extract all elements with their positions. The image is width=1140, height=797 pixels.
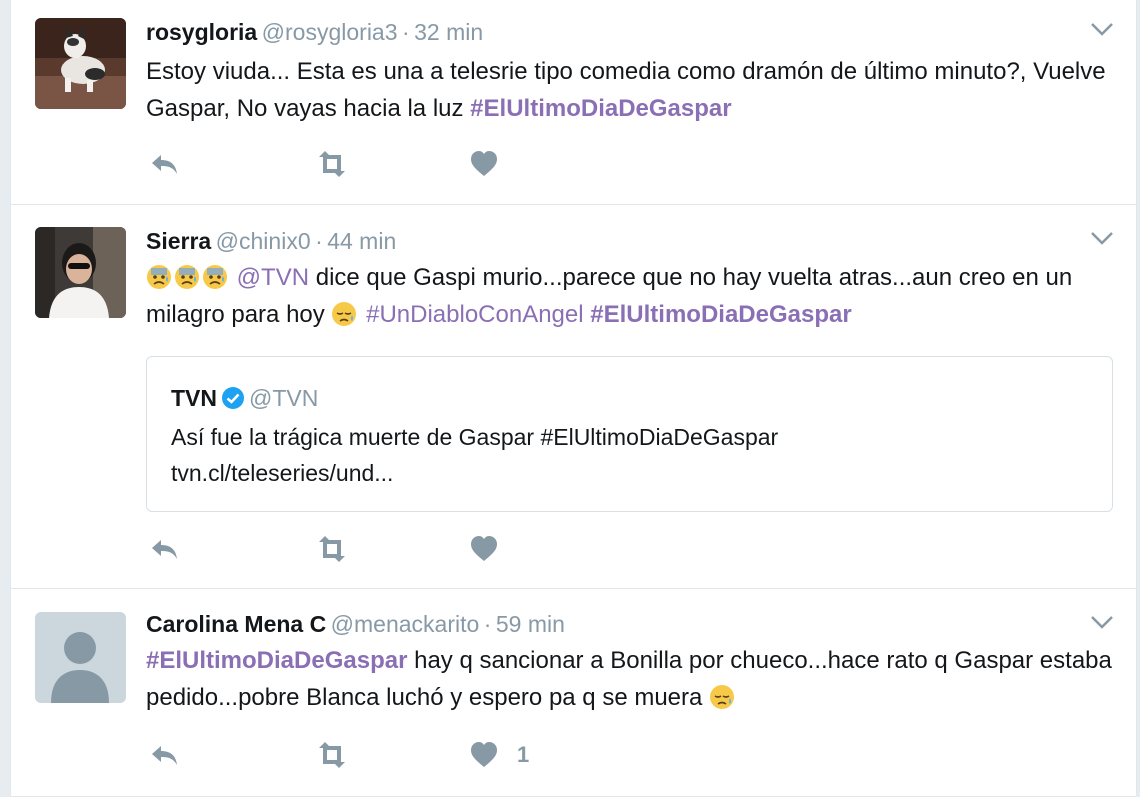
tweet-header: rosygloria @rosygloria3 · 32 min [146,17,1116,47]
separator-dot: · [483,611,492,637]
verified-badge-icon [222,387,244,409]
tweet-text: @TVN dice que Gaspi murio...parece que n… [146,259,1116,333]
hashtag-link[interactable]: #UnDiabloConAngel [366,301,583,328]
retweet-icon[interactable] [313,149,351,179]
hashtag-link[interactable]: #ElUltimoDiaDeGaspar [470,95,731,122]
timeline-feed: rosygloria @rosygloria3 · 32 min Estoy v… [10,0,1137,797]
tweet-1[interactable]: rosygloria @rosygloria3 · 32 min Estoy v… [11,0,1136,205]
timestamp[interactable]: 59 min [496,611,565,637]
anxious-face-emoji [147,265,171,289]
anxious-face-emoji [203,265,227,289]
timestamp[interactable]: 32 min [414,19,483,45]
sad-relieved-face-emoji [332,302,357,326]
retweet-icon[interactable] [313,534,351,564]
chevron-down-icon[interactable] [1090,229,1114,247]
tweet-actions: 1 [149,740,669,770]
separator-dot: · [315,228,323,254]
avatar[interactable] [35,227,126,318]
quoted-text-line: Así fue la trágica muerte de Gaspar #ElU… [171,424,779,450]
like-count: 1 [517,742,530,767]
hashtag-link[interactable]: #ElUltimoDiaDeGaspar [146,647,407,674]
author-name[interactable]: Carolina Mena C [146,611,326,637]
sad-relieved-face-emoji [710,685,735,709]
mention-link[interactable]: @TVN [237,264,309,291]
quoted-tweet-header: TVN @TVN [171,383,318,413]
heart-icon[interactable] [469,149,499,179]
chevron-down-icon[interactable] [1090,20,1114,38]
author-handle[interactable]: @menackarito [331,611,480,637]
author-name[interactable]: rosygloria [146,19,257,45]
avatar[interactable] [35,612,126,703]
reply-icon[interactable] [149,740,181,770]
quoted-tweet-text: Así fue la trágica muerte de Gaspar #ElU… [171,419,1092,491]
reply-icon[interactable] [149,149,181,179]
author-handle[interactable]: @chinix0 [216,228,311,254]
quoted-link[interactable]: tvn.cl/teleseries/und... [171,455,1092,491]
tweet-header: Sierra @chinix0 · 44 min [146,226,1116,256]
separator-dot: · [401,19,410,45]
heart-icon[interactable] [469,534,499,564]
tweet-header: Carolina Mena C @menackarito · 59 min [146,609,1116,639]
avatar[interactable] [35,18,126,109]
tweet-actions [149,149,549,179]
tweet-2[interactable]: Sierra @chinix0 · 44 min @TVN dice que G… [11,205,1136,589]
author-name[interactable]: Sierra [146,228,211,254]
reply-icon[interactable] [149,534,181,564]
anxious-face-emoji [175,265,199,289]
tweet-text: #ElUltimoDiaDeGaspar hay q sancionar a B… [146,642,1116,716]
quoted-author-name[interactable]: TVN [171,385,217,411]
heart-icon[interactable] [469,740,499,770]
hashtag-link[interactable]: #ElUltimoDiaDeGaspar [590,301,851,328]
quoted-tweet-card[interactable]: TVN @TVN Así fue la trágica muerte de Gas… [146,356,1113,512]
quoted-author-handle[interactable]: @TVN [249,385,318,411]
author-handle[interactable]: @rosygloria3 [262,19,398,45]
timestamp[interactable]: 44 min [327,228,396,254]
tweet-actions [149,534,549,564]
chevron-down-icon[interactable] [1090,613,1114,631]
retweet-icon[interactable] [313,740,351,770]
tweet-text: Estoy viuda... Esta es una a telesrie ti… [146,53,1116,127]
tweet-3[interactable]: Carolina Mena C @menackarito · 59 min #E… [11,589,1136,797]
